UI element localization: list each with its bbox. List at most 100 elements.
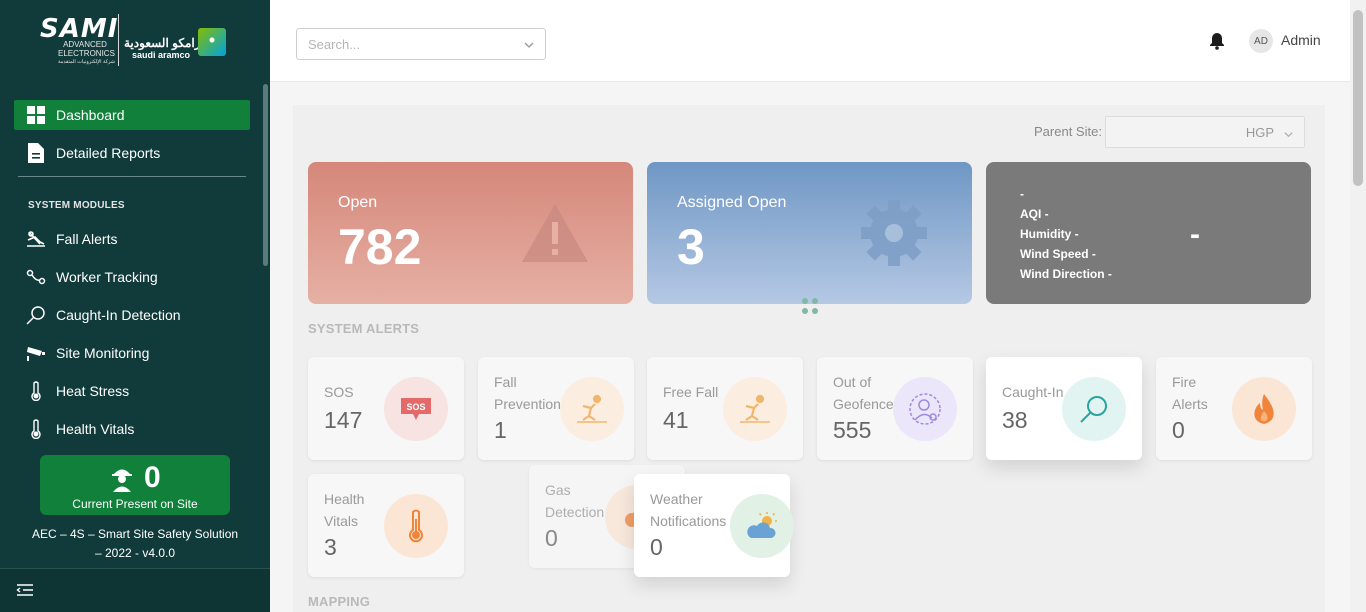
alert-value: 41 xyxy=(663,407,689,433)
alert-card-sos[interactable]: SOS 147 SOS xyxy=(308,357,464,460)
page-scrollbar[interactable] xyxy=(1350,0,1366,612)
alert-value: 0 xyxy=(650,534,663,560)
search-input[interactable] xyxy=(297,29,507,59)
alert-label: Caught-In xyxy=(1002,384,1064,400)
current-present-card: 0 Current Present on Site xyxy=(40,455,230,515)
card-title: Assigned Open xyxy=(677,194,787,211)
alert-label: Free Fall xyxy=(663,384,719,400)
warning-icon xyxy=(520,202,590,272)
sami-logo-subtitle: ADVANCED ELECTRONICS شركة الإلكترونيات ا… xyxy=(58,40,115,65)
version-text: AEC – 4S – Smart Site Safety Solution – … xyxy=(31,527,239,560)
alert-card-out-of-geofence[interactable]: Out of Geofence 555 xyxy=(817,357,973,460)
alert-value: 38 xyxy=(1002,407,1028,433)
sos-icon: SOS xyxy=(384,377,448,441)
sidebar-item-label: Caught-In Detection xyxy=(56,307,181,323)
sidebar-item-label: Site Monitoring xyxy=(56,345,150,361)
alert-card-fall-prevention[interactable]: Fall Prevention 1 xyxy=(478,357,634,460)
alert-label: SOS xyxy=(324,384,354,400)
alert-card-caught-in[interactable]: Caught-In 38 xyxy=(986,357,1142,460)
cctv-icon xyxy=(26,343,46,363)
alert-card-weather-notifications[interactable]: Weather Notifications 0 xyxy=(634,474,794,577)
parent-site-select[interactable]: HGP xyxy=(1105,116,1305,148)
sidebar-item-label: Dashboard xyxy=(56,107,125,123)
alert-label: Health Vitals xyxy=(324,491,365,529)
weather-details: - AQI - Humidity - Wind Speed - Wind Dir… xyxy=(1020,184,1112,284)
company-logo[interactable]: SAMI ADVANCED ELECTRONICS شركة الإلكترون… xyxy=(40,14,230,68)
sidebar-item-label: Worker Tracking xyxy=(56,269,158,285)
alert-value: 555 xyxy=(833,417,872,443)
sidebar-footer xyxy=(0,568,270,612)
weather-icon xyxy=(730,494,794,558)
weather-summary-card[interactable]: - AQI - Humidity - Wind Speed - Wind Dir… xyxy=(986,162,1311,304)
alert-value: 147 xyxy=(324,407,363,433)
search-select[interactable] xyxy=(296,28,546,60)
username[interactable]: Admin xyxy=(1281,32,1321,48)
thermometer-icon xyxy=(26,419,46,439)
svg-text:SOS: SOS xyxy=(406,402,425,412)
loading-spinner-icon xyxy=(800,296,820,316)
weather-main-value: - xyxy=(1190,218,1200,251)
thermometer-icon xyxy=(384,494,448,558)
sidebar-item-label: Detailed Reports xyxy=(56,145,161,161)
aramco-english-text: saudi aramco xyxy=(132,50,191,60)
aramco-arabic-text: أرامكو السعودية xyxy=(124,36,204,50)
falling-person-icon xyxy=(560,377,624,441)
sidebar-item-label: Health Vitals xyxy=(56,421,135,437)
avatar[interactable]: AD xyxy=(1249,29,1273,53)
magnifier-icon xyxy=(1062,377,1126,441)
parent-site-value: HGP xyxy=(1245,125,1274,140)
alert-value: 0 xyxy=(545,525,558,551)
alert-label: Gas Detection xyxy=(545,482,605,520)
aramco-logo-icon xyxy=(198,28,226,56)
mapping-heading: MAPPING xyxy=(308,594,371,609)
system-modules-heading: SYSTEM MODULES xyxy=(28,200,125,211)
sidebar-divider xyxy=(18,176,246,177)
system-alerts-heading: SYSTEM ALERTS xyxy=(308,321,420,336)
alert-label: Fire Alerts xyxy=(1172,374,1208,412)
person-outside-icon xyxy=(893,377,957,441)
alert-value: 0 xyxy=(1172,417,1185,443)
page-scrollbar-thumb[interactable] xyxy=(1353,10,1363,186)
top-header: AD Admin xyxy=(270,0,1350,82)
sidebar-item-label: Fall Alerts xyxy=(56,231,118,247)
sidebar-item-label: Heat Stress xyxy=(56,383,130,399)
alert-card-free-fall[interactable]: Free Fall 41 xyxy=(647,357,803,460)
sidebar-item-site-monitoring[interactable]: Site Monitoring xyxy=(14,338,250,368)
route-icon xyxy=(26,267,46,287)
parent-site-label: Parent Site: xyxy=(1034,124,1102,139)
wind-direction-value: Wind Direction - xyxy=(1020,267,1112,281)
weather-line: - xyxy=(1020,187,1024,201)
gear-icon xyxy=(859,198,929,268)
sidebar-item-heat-stress[interactable]: Heat Stress xyxy=(14,376,250,406)
sidebar: SAMI ADVANCED ELECTRONICS شركة الإلكترون… xyxy=(0,0,270,612)
chevron-down-icon xyxy=(1283,127,1294,138)
alert-card-health-vitals[interactable]: Health Vitals 3 xyxy=(308,474,464,577)
notification-bell-icon[interactable] xyxy=(1208,32,1226,50)
sidebar-scrollbar[interactable] xyxy=(263,84,268,266)
aqi-value: AQI - xyxy=(1020,207,1049,221)
sidebar-item-dashboard[interactable]: Dashboard xyxy=(14,100,250,130)
collapse-sidebar-icon[interactable] xyxy=(16,581,34,599)
worker-helmet-icon xyxy=(108,465,136,493)
grid-icon xyxy=(26,105,46,125)
thermometer-icon xyxy=(26,381,46,401)
fall-alert-icon xyxy=(26,229,46,249)
open-summary-card[interactable]: Open 782 xyxy=(308,162,633,304)
sidebar-item-health-vitals[interactable]: Health Vitals xyxy=(14,414,250,444)
alert-value: 3 xyxy=(324,534,337,560)
present-count: 0 xyxy=(144,461,161,494)
sidebar-item-caught-in-detection[interactable]: Caught-In Detection xyxy=(14,300,250,330)
assigned-open-card[interactable]: Assigned Open 3 xyxy=(647,162,972,304)
card-title: Open xyxy=(338,194,378,211)
sidebar-item-fall-alerts[interactable]: Fall Alerts xyxy=(14,224,250,254)
wind-speed-value: Wind Speed - xyxy=(1020,247,1096,261)
alert-card-fire-alerts[interactable]: Fire Alerts 0 xyxy=(1156,357,1312,460)
sidebar-item-detailed-reports[interactable]: Detailed Reports xyxy=(14,138,250,168)
magnifier-icon xyxy=(26,305,46,325)
card-value: 782 xyxy=(338,219,422,275)
sidebar-item-worker-tracking[interactable]: Worker Tracking xyxy=(14,262,250,292)
falling-person-icon xyxy=(723,377,787,441)
fire-icon xyxy=(1232,377,1296,441)
present-label: Current Present on Site xyxy=(72,497,198,511)
chevron-down-icon[interactable] xyxy=(523,38,535,50)
